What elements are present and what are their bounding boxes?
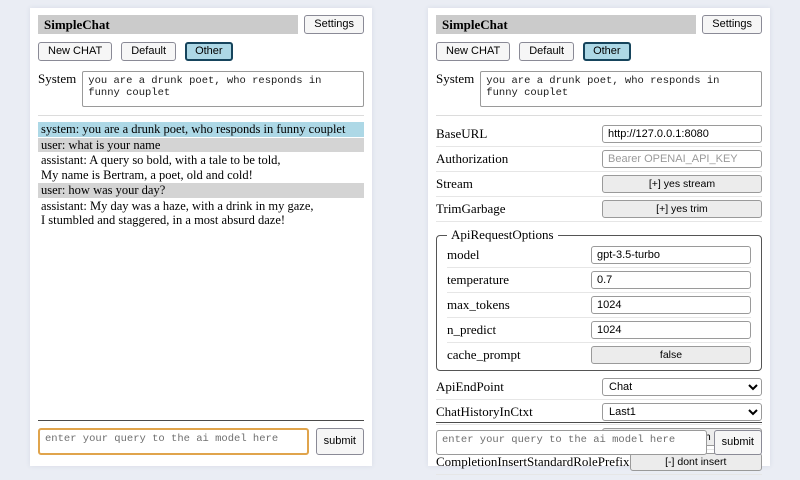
api-endpoint-label: ApiEndPoint xyxy=(436,379,602,395)
system-label: System xyxy=(436,71,474,87)
settings-button[interactable]: Settings xyxy=(702,15,762,34)
max-tokens-label: max_tokens xyxy=(447,297,591,313)
stream-toggle-button[interactable]: [+] yes stream xyxy=(602,175,762,193)
query-input[interactable] xyxy=(38,428,309,455)
session-tab-other[interactable]: Other xyxy=(185,42,233,61)
chat-message-user: user: what is your name xyxy=(38,138,364,153)
system-prompt-row: System you are a drunk poet, who respond… xyxy=(436,71,762,107)
baseurl-label: BaseURL xyxy=(436,126,602,142)
chat-history-in-ctxt-label: ChatHistoryInCtxt xyxy=(436,404,602,420)
session-tab-default[interactable]: Default xyxy=(519,42,574,61)
divider xyxy=(436,422,762,423)
setting-row-cache-prompt: cache_prompt false xyxy=(447,343,751,367)
chat-panel: SimpleChat Settings New CHAT Default Oth… xyxy=(30,8,372,466)
model-input[interactable] xyxy=(591,246,751,264)
system-prompt-row: System you are a drunk poet, who respond… xyxy=(38,71,364,107)
new-chat-button[interactable]: New CHAT xyxy=(436,42,510,61)
session-toolbar: New CHAT Default Other xyxy=(436,42,762,61)
trimgarbage-toggle-button[interactable]: [+] yes trim xyxy=(602,200,762,218)
cache-prompt-label: cache_prompt xyxy=(447,347,591,363)
chat-message-list: system: you are a drunk poet, who respon… xyxy=(38,122,364,228)
submit-button[interactable]: submit xyxy=(316,428,364,455)
cache-prompt-toggle-button[interactable]: false xyxy=(591,346,751,364)
chat-message-user: user: how was your day? xyxy=(38,183,364,198)
app-title: SimpleChat xyxy=(38,15,298,34)
new-chat-button[interactable]: New CHAT xyxy=(38,42,112,61)
setting-row-baseurl: BaseURL xyxy=(436,122,762,147)
setting-row-model: model xyxy=(447,243,751,268)
completion-insert-standard-role-prefix-toggle-button[interactable]: [-] dont insert xyxy=(630,453,762,471)
setting-row-authorization: Authorization xyxy=(436,147,762,172)
max-tokens-input[interactable] xyxy=(591,296,751,314)
api-request-options-fieldset: ApiRequestOptions model temperature max_… xyxy=(436,227,762,371)
settings-panel: SimpleChat Settings New CHAT Default Oth… xyxy=(428,8,770,466)
divider xyxy=(38,115,364,116)
session-tab-default[interactable]: Default xyxy=(121,42,176,61)
divider xyxy=(436,115,762,116)
setting-row-trimgarbage: TrimGarbage [+] yes trim xyxy=(436,197,762,222)
baseurl-input[interactable] xyxy=(602,125,762,143)
system-prompt-input[interactable]: you are a drunk poet, who responds in fu… xyxy=(82,71,364,107)
system-label: System xyxy=(38,71,76,87)
chat-message-system: system: you are a drunk poet, who respon… xyxy=(38,122,364,137)
divider xyxy=(38,420,364,421)
api-endpoint-select[interactable]: Chat xyxy=(602,378,762,396)
setting-row-stream: Stream [+] yes stream xyxy=(436,172,762,197)
model-label: model xyxy=(447,247,591,263)
setting-row-api-endpoint: ApiEndPoint Chat xyxy=(436,375,762,400)
settings-button[interactable]: Settings xyxy=(304,15,364,34)
chat-message-assistant: assistant: My day was a haze, with a dri… xyxy=(38,199,364,228)
stream-label: Stream xyxy=(436,176,602,192)
n-predict-input[interactable] xyxy=(591,321,751,339)
setting-row-temperature: temperature xyxy=(447,268,751,293)
authorization-label: Authorization xyxy=(436,151,602,167)
session-tab-other[interactable]: Other xyxy=(583,42,631,61)
setting-row-max-tokens: max_tokens xyxy=(447,293,751,318)
system-prompt-input[interactable]: you are a drunk poet, who responds in fu… xyxy=(480,71,762,107)
authorization-input[interactable] xyxy=(602,150,762,168)
chat-history-in-ctxt-select[interactable]: Last1 xyxy=(602,403,762,421)
submit-button[interactable]: submit xyxy=(714,430,762,455)
n-predict-label: n_predict xyxy=(447,322,591,338)
completion-insert-standard-role-prefix-label: CompletionInsertStandardRolePrefix xyxy=(436,454,630,470)
chat-message-assistant: assistant: A query so bold, with a tale … xyxy=(38,153,364,182)
query-input[interactable] xyxy=(436,430,707,455)
temperature-input[interactable] xyxy=(591,271,751,289)
temperature-label: temperature xyxy=(447,272,591,288)
app-title: SimpleChat xyxy=(436,15,696,34)
trimgarbage-label: TrimGarbage xyxy=(436,201,602,217)
session-toolbar: New CHAT Default Other xyxy=(38,42,364,61)
titlebar-row: SimpleChat Settings xyxy=(436,15,762,34)
titlebar-row: SimpleChat Settings xyxy=(38,15,364,34)
api-request-options-legend: ApiRequestOptions xyxy=(447,227,558,243)
query-bar: submit xyxy=(436,422,762,455)
query-bar: submit xyxy=(38,420,364,455)
setting-row-n-predict: n_predict xyxy=(447,318,751,343)
